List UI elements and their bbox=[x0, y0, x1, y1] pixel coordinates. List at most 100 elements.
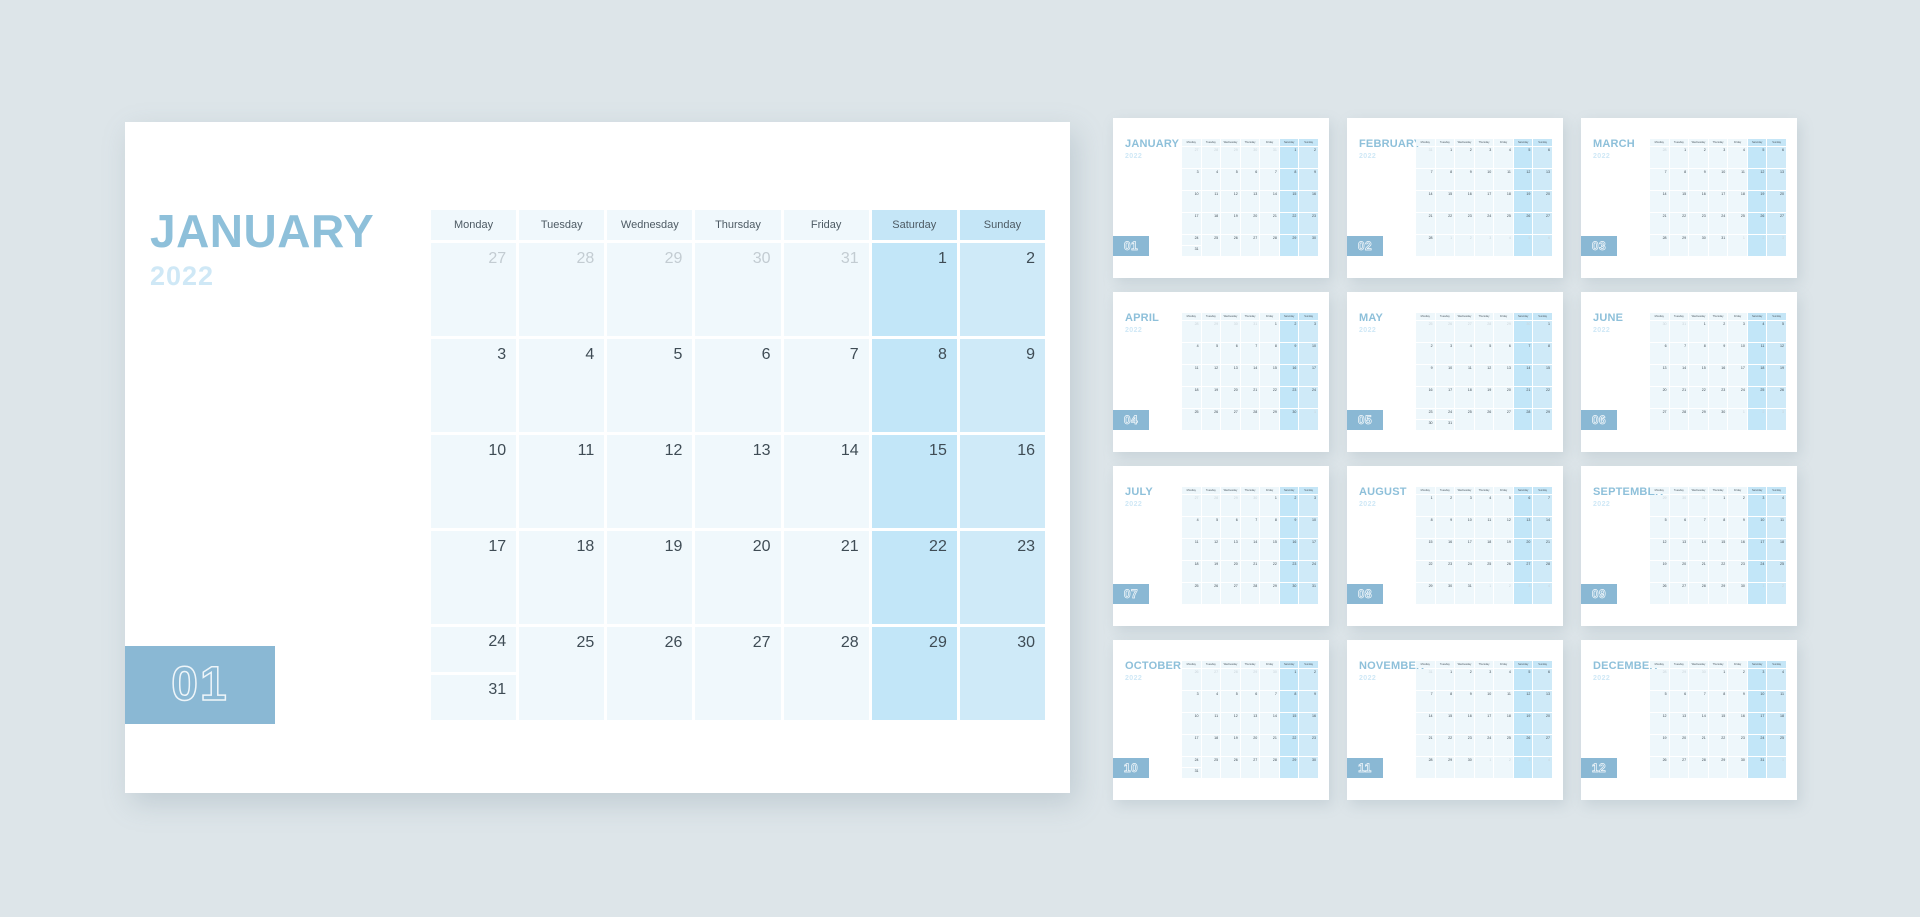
date-cell-split[interactable]: 24 31 bbox=[431, 627, 517, 720]
date-cell[interactable]: 2 bbox=[959, 243, 1045, 336]
thumbnail-date-number: 19 bbox=[1233, 213, 1238, 218]
thumbnail-date-cell: 5 bbox=[1221, 691, 1240, 712]
thumbnail-date-number: 9 bbox=[1294, 343, 1297, 348]
date-cell[interactable]: 23 bbox=[959, 531, 1045, 624]
thumbnail-date-number: 7 bbox=[1255, 517, 1258, 522]
thumbnail-date-number: 30 bbox=[1740, 583, 1745, 588]
date-cell[interactable]: 12 bbox=[607, 435, 693, 528]
thumbnail-date-number: 2 bbox=[1469, 235, 1472, 240]
thumbnail-date-number: 28 bbox=[1428, 235, 1433, 240]
date-cell-adjacent-month[interactable]: 28 bbox=[519, 243, 605, 336]
thumbnail-date-cell: 26 bbox=[1767, 387, 1786, 408]
date-cell[interactable]: 17 bbox=[431, 531, 517, 624]
date-cell[interactable]: 19 bbox=[607, 531, 693, 624]
date-cell[interactable]: 31 bbox=[431, 675, 517, 720]
date-cell[interactable]: 1 bbox=[871, 243, 957, 336]
thumbnail-date-cell: 28 bbox=[1689, 757, 1708, 778]
thumbnail-date-cell: 25 bbox=[1201, 757, 1221, 778]
month-thumbnail-november[interactable]: NOVEMBER 2022 11 Monday Tuesday Wednesday Thur… bbox=[1347, 640, 1563, 800]
thumbnail-weekday-header-row: Monday Tuesday Wednesday Thursday Friday Satu… bbox=[1650, 139, 1786, 146]
thumbnail-date-number: 24 bbox=[1721, 213, 1726, 218]
thumbnail-weekday-header-saturday: Saturday bbox=[1513, 139, 1533, 146]
thumbnail-date-number: 15 bbox=[1721, 713, 1726, 718]
date-cell-adjacent-month[interactable]: 30 bbox=[695, 243, 781, 336]
date-cell[interactable]: 21 bbox=[783, 531, 869, 624]
thumbnail-date-number: 2 bbox=[1762, 235, 1765, 240]
date-cell[interactable]: 8 bbox=[871, 339, 957, 432]
date-cell[interactable]: 14 bbox=[783, 435, 869, 528]
date-cell[interactable]: 3 bbox=[431, 339, 517, 432]
thumbnail-date-cell: 18 bbox=[1201, 213, 1221, 234]
thumbnail-date-cell: 7 bbox=[1650, 169, 1669, 190]
thumbnail-date-number: 13 bbox=[1506, 365, 1511, 370]
date-cell[interactable]: 9 bbox=[959, 339, 1045, 432]
date-cell[interactable]: 28 bbox=[783, 627, 869, 720]
thumbnail-date-number: 10 bbox=[1448, 365, 1453, 370]
month-thumbnail-february[interactable]: FEBRUARY 2022 02 Monday Tuesday Wednesday Thur… bbox=[1347, 118, 1563, 278]
thumbnail-date-number: 20 bbox=[1233, 387, 1238, 392]
month-thumbnail-june[interactable]: JUNE 2022 06 Monday Tuesday Wednesday Thursday… bbox=[1581, 292, 1797, 452]
main-month-card: JANUARY 2022 01 Monday Tuesday Wednesday Th… bbox=[125, 122, 1070, 793]
month-thumbnail-may[interactable]: MAY 2022 05 Monday Tuesday Wednesday Thursday F… bbox=[1347, 292, 1563, 452]
thumbnail-date-number: 31 bbox=[1760, 757, 1765, 762]
thumbnail-date-number: 1 bbox=[1762, 583, 1765, 588]
month-thumbnail-march[interactable]: MARCH 2022 03 Monday Tuesday Wednesday Thursda… bbox=[1581, 118, 1797, 278]
thumbnail-date-cell-adjacent-month: 31 bbox=[1260, 147, 1279, 168]
month-thumbnail-december[interactable]: DECEMBER 2022 12 Monday Tuesday Wednesday Thur… bbox=[1581, 640, 1797, 800]
thumbnail-date-cell: 15 bbox=[1279, 191, 1299, 212]
thumbnail-date-cell: 24 bbox=[1728, 387, 1747, 408]
thumbnail-date-cell: 10 bbox=[1747, 517, 1767, 538]
thumbnail-date-cell: 21 bbox=[1650, 213, 1669, 234]
date-cell[interactable]: 15 bbox=[871, 435, 957, 528]
month-thumbnail-july[interactable]: JULY 2022 07 Monday Tuesday Wednesday Thursday… bbox=[1113, 466, 1329, 626]
date-cell-adjacent-month[interactable]: 27 bbox=[431, 243, 517, 336]
month-thumbnail-january[interactable]: JANUARY 2022 01 Monday Tuesday Wednesday Thurs… bbox=[1113, 118, 1329, 278]
thumbnail-weekday-header-friday: Friday bbox=[1728, 139, 1747, 146]
date-cell[interactable]: 24 bbox=[431, 627, 517, 672]
thumbnail-date-cell-adjacent-month: 27 bbox=[1182, 495, 1201, 516]
date-cell[interactable]: 18 bbox=[519, 531, 605, 624]
thumbnail-date-number: 26 bbox=[1526, 735, 1531, 740]
date-cell[interactable]: 6 bbox=[695, 339, 781, 432]
thumbnail-date-number: 27 bbox=[1194, 495, 1199, 500]
thumbnail-date-cell: 17 bbox=[1728, 365, 1747, 386]
date-cell[interactable]: 26 bbox=[607, 627, 693, 720]
thumbnail-date-cell: 22 bbox=[1416, 561, 1435, 582]
thumbnail-date-number: 19 bbox=[1526, 713, 1531, 718]
date-cell[interactable]: 29 bbox=[871, 627, 957, 720]
thumbnail-date-cell: 3 bbox=[1299, 495, 1318, 516]
thumbnail-date-cell: 14 bbox=[1260, 713, 1279, 734]
month-thumbnail-august[interactable]: AUGUST 2022 08 Monday Tuesday Wednesday Thursd… bbox=[1347, 466, 1563, 626]
month-thumbnail-october[interactable]: OCTOBER 2022 10 Monday Tuesday Wednesday Thurs… bbox=[1113, 640, 1329, 800]
thumbnail-date-number: 16 bbox=[1467, 713, 1472, 718]
month-thumbnail-april[interactable]: APRIL 2022 04 Monday Tuesday Wednesday Thursda… bbox=[1113, 292, 1329, 452]
date-cell[interactable]: 7 bbox=[783, 339, 869, 432]
thumbnail-date-cell: 8 bbox=[1435, 169, 1455, 190]
thumbnail-date-number: 9 bbox=[1469, 169, 1472, 174]
thumbnail-date-number: 5 bbox=[1781, 321, 1784, 326]
thumbnail-date-number: 15 bbox=[1448, 713, 1453, 718]
thumbnail-date-cell: 16 bbox=[1728, 713, 1747, 734]
thumbnail-date-number: 29 bbox=[1682, 669, 1687, 674]
date-cell-adjacent-month[interactable]: 31 bbox=[783, 243, 869, 336]
month-thumbnail-september[interactable]: SEPTEMBER 2022 09 Monday Tuesday Wednesday Thu… bbox=[1581, 466, 1797, 626]
date-cell[interactable]: 22 bbox=[871, 531, 957, 624]
date-cell[interactable]: 25 bbox=[519, 627, 605, 720]
thumbnail-date-number: 5 bbox=[1664, 691, 1667, 696]
date-cell[interactable]: 5 bbox=[607, 339, 693, 432]
date-cell[interactable]: 16 bbox=[959, 435, 1045, 528]
thumbnail-date-number: 13 bbox=[1662, 365, 1667, 370]
thumbnail-weekday-header-tuesday: Tuesday bbox=[1201, 487, 1221, 494]
thumbnail-date-cell: 27 bbox=[1533, 213, 1552, 234]
date-cell[interactable]: 13 bbox=[695, 435, 781, 528]
thumbnail-date-number: 21 bbox=[1662, 213, 1667, 218]
thumbnail-date-number: 28 bbox=[1545, 561, 1550, 566]
date-cell[interactable]: 10 bbox=[431, 435, 517, 528]
thumbnail-date-cell: 26 bbox=[1201, 583, 1221, 604]
date-cell[interactable]: 20 bbox=[695, 531, 781, 624]
date-cell[interactable]: 27 bbox=[695, 627, 781, 720]
date-cell[interactable]: 30 bbox=[959, 627, 1045, 720]
date-cell-adjacent-month[interactable]: 29 bbox=[607, 243, 693, 336]
date-cell[interactable]: 4 bbox=[519, 339, 605, 432]
date-cell[interactable]: 11 bbox=[519, 435, 605, 528]
